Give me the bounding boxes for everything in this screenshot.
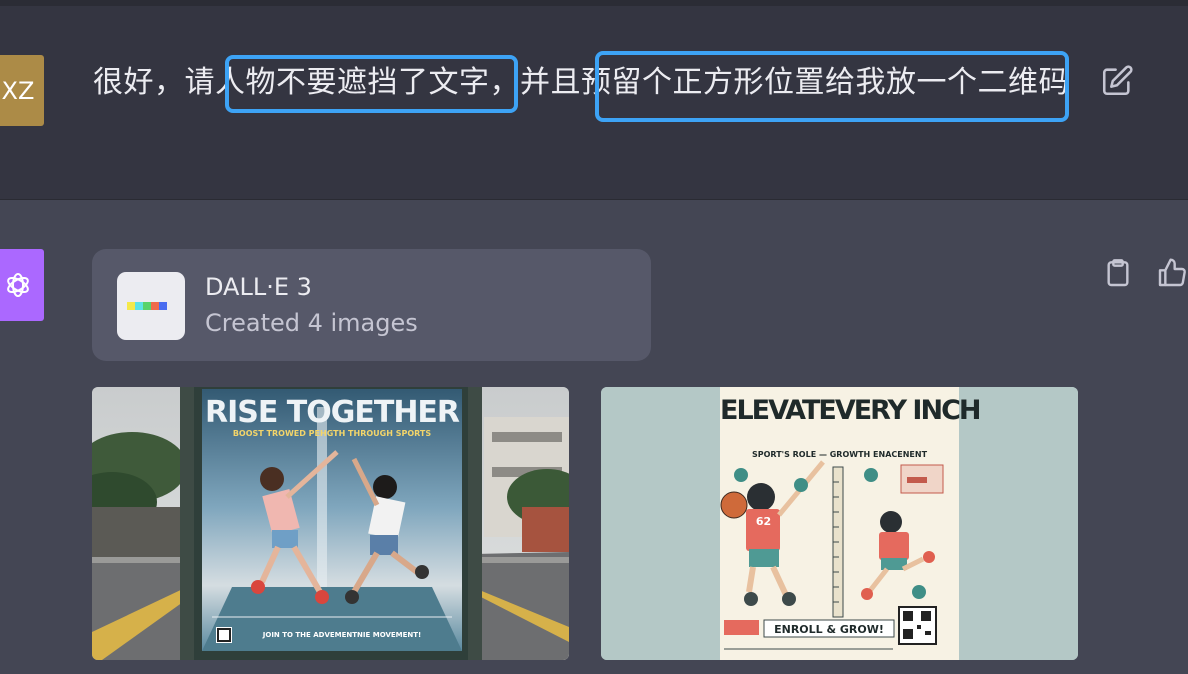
openai-logo-icon xyxy=(7,273,29,297)
generated-image-2[interactable]: ELEVATEVERY INCH SPORT'S ROLE — GROWTH E… xyxy=(601,387,1078,660)
assistant-avatar xyxy=(0,249,44,321)
user-avatar: XZ xyxy=(0,55,44,126)
image-1-footer: JOIN TO THE ADVEMENTNIE MOVEMENT! xyxy=(262,631,422,639)
highlight-annotation-2 xyxy=(595,51,1069,122)
edit-icon[interactable] xyxy=(1100,64,1134,98)
generated-image-1[interactable]: RISE TOGETHER BOOST TROWED PEHGTH THROUG… xyxy=(92,387,569,660)
user-avatar-initials: XZ xyxy=(1,76,35,105)
image-1-subtitle: BOOST TROWED PEHGTH THROUGH SPORTS xyxy=(232,429,432,438)
highlight-annotation-1 xyxy=(225,55,518,113)
image-2-art xyxy=(601,387,1078,660)
image-2-jersey-number: 62 xyxy=(755,515,772,528)
thumbs-up-icon[interactable] xyxy=(1156,256,1188,290)
image-1-title: RISE TOGETHER xyxy=(204,395,460,430)
clipboard-icon[interactable] xyxy=(1102,256,1134,290)
dalle-tool-card[interactable]: DALL·E 3 Created 4 images xyxy=(92,249,651,361)
tool-status: Created 4 images xyxy=(205,309,418,337)
user-message-row: XZ 很好，请人物不要遮挡了文字，并且预留个正方形位置给我放一个二维码 xyxy=(0,6,1188,200)
dalle-logo-icon xyxy=(117,272,185,340)
image-2-badge: ENROLL & GROW! xyxy=(774,623,884,636)
image-2-title: ELEVATEVERY INCH xyxy=(720,395,981,426)
image-2-subtitle: SPORT'S ROLE — GROWTH ENACENENT xyxy=(751,450,928,459)
tool-name: DALL·E 3 xyxy=(205,273,312,301)
